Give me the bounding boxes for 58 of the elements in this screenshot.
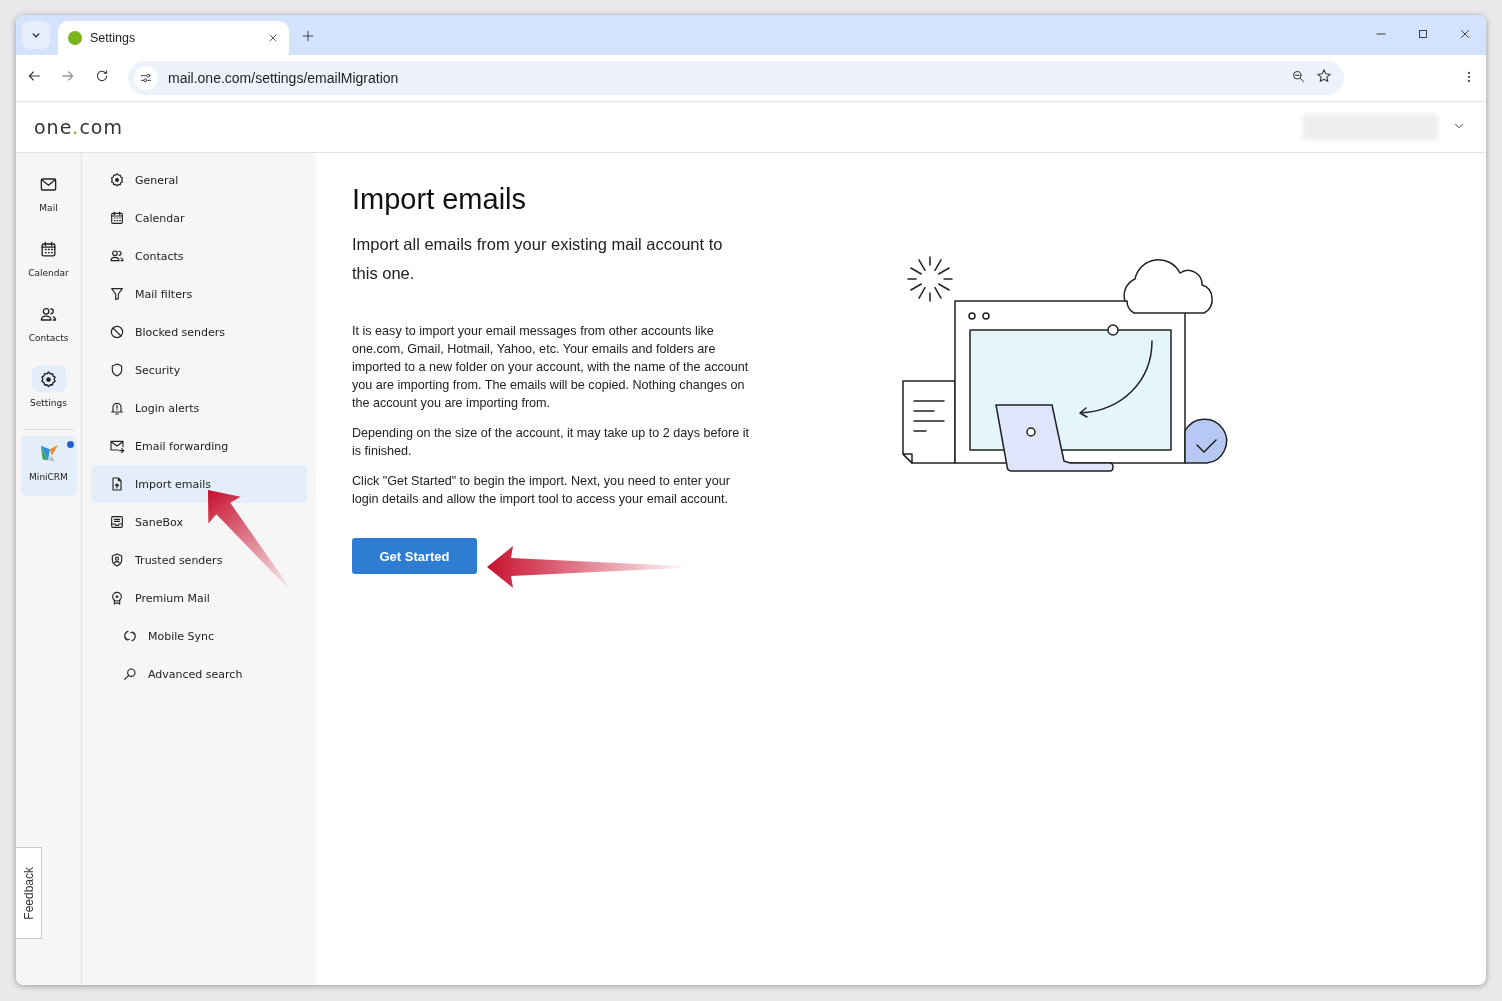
settings-menu-item[interactable]: SaneBox	[91, 503, 307, 541]
filter-icon	[109, 286, 125, 302]
settings-menu-item[interactable]: Mail filters	[91, 275, 307, 313]
address-bar[interactable]: mail.one.com/settings/emailMigration	[128, 61, 1344, 95]
plus-icon	[301, 29, 315, 43]
settings-menu-item[interactable]: Security	[91, 351, 307, 389]
favicon-icon	[68, 31, 82, 45]
description-text: Depending on the size of the account, it may take up to 2 days before it is finished.	[352, 425, 750, 460]
description-text: It is easy to import your email messages from other accounts like one.com, Gmail, Hotmail, Yahoo, etc. Your emails and folders are imported to a new folder on your account, with the name of the account you are importing from. The emails will be copied. Nothing changes on the account you are importing from.	[352, 323, 750, 412]
settings-menu-item[interactable]: Email forwarding	[91, 427, 307, 465]
settings-menu-item[interactable]: General	[91, 161, 307, 199]
blocked-icon	[109, 324, 125, 340]
bell-icon	[109, 400, 125, 416]
inbox-icon	[109, 514, 125, 530]
site-info-button[interactable]	[134, 66, 158, 90]
forward-arrow-icon	[60, 68, 76, 84]
tune-icon	[139, 71, 153, 85]
browser-tab[interactable]: Settings	[58, 21, 289, 55]
file-upload-icon	[109, 476, 125, 492]
settings-icon	[109, 172, 125, 188]
page-title: Import emails	[352, 183, 528, 216]
url-text: mail.one.com/settings/emailMigration	[168, 70, 400, 86]
rail-item[interactable]: MiniCRM	[20, 436, 77, 496]
shield-icon	[109, 362, 125, 378]
rail-item[interactable]: Settings	[20, 362, 77, 422]
settings-menu-item[interactable]: Premium Mail	[91, 579, 307, 617]
subtitle-text: Import all emails from your existing mail account to this one.	[352, 234, 724, 284]
settings-menu-item[interactable]: Trusted senders	[91, 541, 307, 579]
forward-mail-icon	[109, 438, 125, 454]
sync-icon	[122, 628, 138, 644]
get-started-button[interactable]: Get Started	[352, 538, 477, 574]
shield-person-icon	[109, 552, 125, 568]
search-icon	[122, 666, 138, 682]
tab-title: Settings	[90, 31, 137, 45]
calendar-icon	[39, 239, 58, 259]
rail-item[interactable]: Calendar	[20, 232, 77, 292]
star-icon	[1316, 68, 1332, 84]
award-icon	[109, 590, 125, 606]
settings-menu-item[interactable]: Login alerts	[91, 389, 307, 427]
settings-menu-item[interactable]: Advanced search	[91, 655, 307, 693]
settings-menu-item[interactable]: Calendar	[91, 199, 307, 237]
reload-icon	[94, 68, 110, 84]
settings-menu-item[interactable]: Import emails	[91, 465, 307, 503]
feedback-tab[interactable]: Feedback	[16, 847, 42, 939]
settings-menu-item[interactable]: Blocked senders	[91, 313, 307, 351]
rail-item[interactable]: Contacts	[20, 297, 77, 357]
description-text: Click "Get Started" to begin the import. Next, you need to enter your login details and allow the import tool to access your email account.	[352, 473, 731, 508]
calendar-icon	[109, 210, 125, 226]
zoom-out-icon	[1291, 68, 1306, 84]
settings-icon	[39, 369, 58, 389]
back-arrow-icon	[26, 68, 42, 84]
people-icon	[109, 248, 125, 264]
settings-menu-item[interactable]: Contacts	[91, 237, 307, 275]
maximize-icon	[1416, 27, 1430, 41]
settings-menu-item[interactable]: Mobile Sync	[91, 617, 307, 655]
close-icon	[1458, 27, 1472, 41]
rail-item[interactable]: Mail	[20, 167, 77, 227]
logo: one.com	[34, 116, 123, 138]
